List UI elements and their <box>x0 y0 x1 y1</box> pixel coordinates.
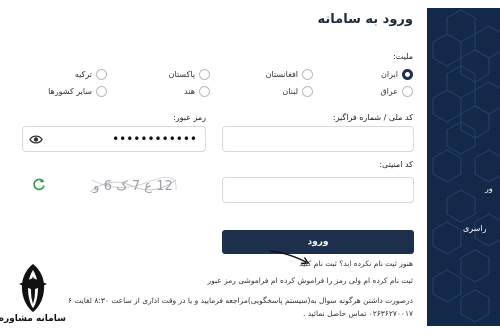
eye-icon[interactable] <box>29 133 43 146</box>
login-button[interactable]: ورود <box>222 230 414 254</box>
captcha-image: 12 ع 7 ک 6 و <box>89 177 177 194</box>
password-field[interactable]: •••••••••••• <box>22 126 206 152</box>
radio-afghanistan[interactable]: افغانستان <box>266 69 313 80</box>
signup-line: هنوز ثبت نام نکرده اید؟ ثبت نام کنید <box>299 259 413 268</box>
radio-other-countries[interactable]: سایر کشورها <box>48 86 107 97</box>
watermark: سامانه مشاوره هپوا <box>0 262 68 336</box>
radio-pakistan[interactable]: پاکستان <box>169 69 210 80</box>
radio-turkey[interactable]: ترکیه <box>75 69 107 80</box>
national-code-input[interactable] <box>223 127 413 152</box>
side-text-2: راسری <box>463 224 487 233</box>
notice-line-1: درصورت داشتن هرگونه سوال به(سیستم پاسخگو… <box>64 296 413 305</box>
password-value: •••••••••••• <box>112 132 197 146</box>
radio-dot <box>96 86 107 97</box>
radio-india[interactable]: هند <box>184 86 210 97</box>
refresh-icon[interactable] <box>32 177 46 191</box>
security-code-input[interactable] <box>223 178 413 203</box>
radio-iraq[interactable]: عراق <box>380 86 413 97</box>
radio-label: سایر کشورها <box>48 87 92 96</box>
password-label: رمز عبور: <box>173 113 206 122</box>
watermark-text: سامانه مشاوره هپوا <box>0 314 66 324</box>
forgot-password-link[interactable]: فراموشی رمز عبور <box>208 276 269 285</box>
national-code-field[interactable] <box>222 126 414 152</box>
radio-lebanon[interactable]: لبنان <box>282 86 313 97</box>
national-code-label: کد ملی / شماره فراگیر: <box>332 113 413 122</box>
radio-label: ایران <box>381 70 398 79</box>
forgot-prefix: ثبت نام کرده ام ولی رمز را فراموش کرده ا… <box>270 276 413 285</box>
radio-label: لبنان <box>282 87 298 96</box>
radio-label: عراق <box>380 87 398 96</box>
radio-dot <box>96 69 107 80</box>
radio-dot <box>199 86 210 97</box>
nationality-label: ملیت: <box>393 52 413 61</box>
forgot-line: ثبت نام کرده ام ولی رمز را فراموش کرده ا… <box>208 276 414 285</box>
radio-dot <box>199 69 210 80</box>
graduation-logo-icon <box>19 264 47 312</box>
page-title: ورود به سامانه <box>317 12 414 27</box>
radio-label: ترکیه <box>74 70 92 79</box>
radio-dot <box>302 69 313 80</box>
radio-dot-selected <box>402 69 413 80</box>
side-text-1: ور <box>485 184 493 193</box>
captcha-text: 12 ع 7 ک 6 و <box>92 179 172 194</box>
notice-line-2: ۰۲۶۳۶۲۷۰۰۱۷ تماس حاصل نمائید . <box>302 309 413 318</box>
security-code-label: کد امنیتی: <box>379 160 413 169</box>
radio-iran[interactable]: ایران <box>381 69 413 80</box>
radio-label: هند <box>184 87 195 96</box>
radio-dot <box>302 86 313 97</box>
radio-dot <box>402 86 413 97</box>
radio-label: افغانستان <box>265 70 298 79</box>
signup-link[interactable]: ثبت نام کنید <box>299 259 337 268</box>
radio-label: پاکستان <box>168 70 195 79</box>
security-code-field[interactable] <box>222 177 414 203</box>
geometric-pattern-icon <box>432 9 500 323</box>
signup-question: هنوز ثبت نام نکرده اید؟ <box>339 259 413 268</box>
side-banner: ور راسری <box>427 8 500 326</box>
